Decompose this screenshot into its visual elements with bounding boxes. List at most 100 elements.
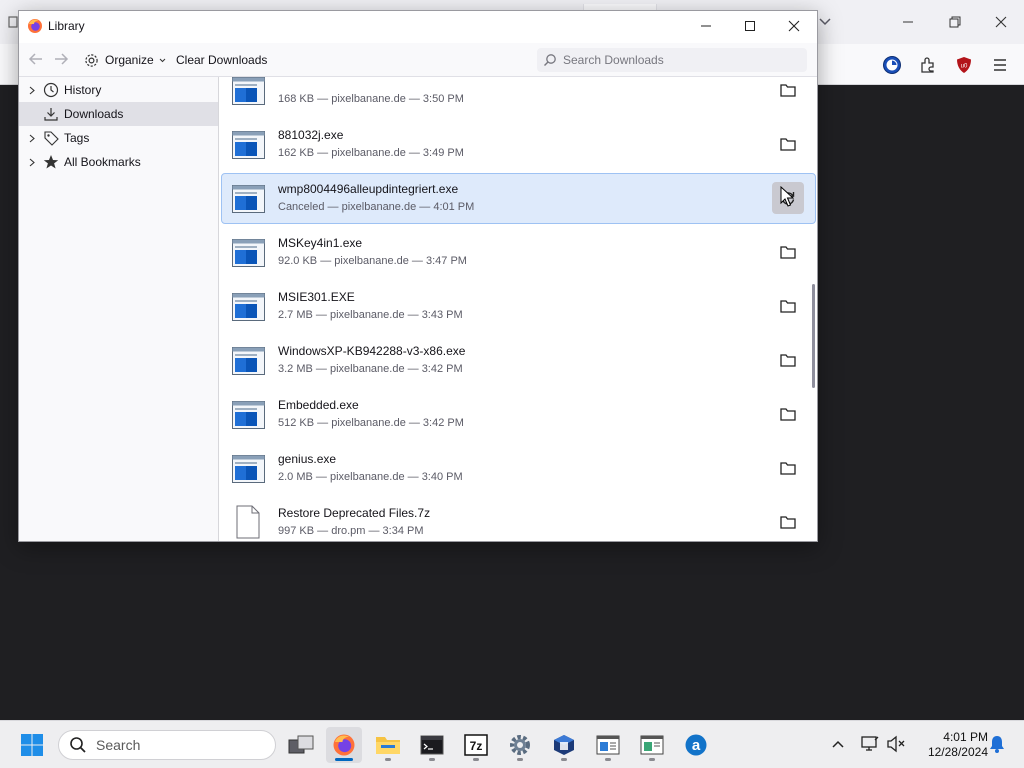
library-title: Library xyxy=(48,19,85,33)
taskbar-7zip-button[interactable]: 7z xyxy=(458,727,494,763)
star-icon xyxy=(42,153,60,171)
show-in-folder-button[interactable] xyxy=(772,452,804,484)
library-toolbar: Organize Clear Downloads xyxy=(19,43,817,77)
running-indicator xyxy=(429,758,435,761)
7zip-icon: 7z xyxy=(464,734,488,756)
start-button[interactable] xyxy=(14,727,50,763)
show-in-folder-button[interactable] xyxy=(772,344,804,376)
library-minimize-button[interactable] xyxy=(683,11,729,41)
show-in-folder-button[interactable] xyxy=(772,506,804,538)
download-row[interactable]: Embedded.exe 512 KB — pixelbanane.de — 3:… xyxy=(219,388,817,442)
download-icon xyxy=(42,105,60,123)
show-in-folder-button[interactable] xyxy=(772,236,804,268)
exe-file-icon xyxy=(232,239,265,267)
chevron-right-icon[interactable] xyxy=(25,86,39,95)
forward-arrow-icon[interactable] xyxy=(52,50,70,68)
account-icon[interactable] xyxy=(880,53,904,77)
downloads-list[interactable]: 168 KB — pixelbanane.de — 3:50 PM 881032j… xyxy=(219,77,817,541)
organize-button[interactable]: Organize xyxy=(83,49,166,71)
library-sidebar: History Downloads Tags All Bookmarks xyxy=(19,77,219,541)
sidebar-item-tags[interactable]: Tags xyxy=(19,126,218,150)
task-view-button[interactable] xyxy=(283,727,319,763)
scrollbar-thumb[interactable] xyxy=(812,284,815,388)
organize-label: Organize xyxy=(105,53,154,67)
download-filename: MSIE301.EXE xyxy=(278,290,355,304)
taskbar-search-box[interactable] xyxy=(58,730,276,760)
browser-minimize-button[interactable] xyxy=(885,8,931,36)
sidebar-item-label: All Bookmarks xyxy=(64,155,141,169)
browser-restore-button[interactable] xyxy=(932,8,978,36)
exe-file-icon xyxy=(232,347,265,375)
download-row[interactable]: MSIE301.EXE 2.7 MB — pixelbanane.de — 3:4… xyxy=(219,280,817,334)
download-row[interactable]: MSKey4in1.exe 92.0 KB — pixelbanane.de — … xyxy=(219,226,817,280)
sidebar-item-downloads[interactable]: Downloads xyxy=(19,102,218,126)
download-status: 512 KB — pixelbanane.de — 3:42 PM xyxy=(278,417,464,429)
chevron-right-icon[interactable] xyxy=(25,158,39,167)
file-explorer-icon xyxy=(375,734,401,756)
library-maximize-button[interactable] xyxy=(727,11,773,41)
extensions-icon[interactable] xyxy=(916,53,940,77)
download-filename: 881032j.exe xyxy=(278,128,344,142)
taskbar-file-explorer-button[interactable] xyxy=(370,727,406,763)
taskbar-terminal-button[interactable] xyxy=(414,727,450,763)
taskbar-photo-viewer-button[interactable] xyxy=(634,727,670,763)
clear-downloads-button[interactable]: Clear Downloads xyxy=(176,53,267,67)
taskbar-notepad-button[interactable] xyxy=(590,727,626,763)
running-indicator xyxy=(335,758,353,761)
taskbar-search-input[interactable] xyxy=(96,737,256,753)
download-row[interactable]: WindowsXP-KB942288-v3-x86.exe 3.2 MB — pi… xyxy=(219,334,817,388)
edge-icon: a xyxy=(684,733,708,757)
folder-icon xyxy=(780,299,796,313)
show-in-folder-button[interactable] xyxy=(772,128,804,160)
svg-text:u0: u0 xyxy=(961,64,968,70)
volume-muted-icon[interactable] xyxy=(885,733,907,755)
list-all-tabs-icon[interactable] xyxy=(815,14,835,30)
notification-bell-icon[interactable] xyxy=(986,733,1008,755)
download-row[interactable]: 168 KB — pixelbanane.de — 3:50 PM xyxy=(219,77,817,118)
chevron-right-icon[interactable] xyxy=(25,134,39,143)
taskbar-firefox-button[interactable] xyxy=(326,727,362,763)
hamburger-menu-icon[interactable] xyxy=(988,53,1012,77)
exe-file-icon xyxy=(232,401,265,429)
folder-icon xyxy=(780,83,796,97)
download-row[interactable]: genius.exe 2.0 MB — pixelbanane.de — 3:40… xyxy=(219,442,817,496)
sidebar-item-all-bookmarks[interactable]: All Bookmarks xyxy=(19,150,218,174)
search-downloads-input[interactable] xyxy=(563,53,793,67)
svg-text:7z: 7z xyxy=(470,739,483,753)
start-icon xyxy=(20,733,44,757)
clock-date: 12/28/2024 xyxy=(927,745,988,759)
library-close-button[interactable] xyxy=(771,11,817,41)
taskbar-edge-button[interactable]: a xyxy=(678,727,714,763)
folder-icon xyxy=(780,515,796,529)
gear-icon xyxy=(83,52,100,69)
sidebar-item-label: History xyxy=(64,83,102,97)
sidebar-item-history[interactable]: History xyxy=(19,78,218,102)
terminal-icon xyxy=(420,735,444,755)
exe-file-icon xyxy=(232,77,265,105)
download-row[interactable]: Restore Deprecated Files.7z 997 KB — dro.… xyxy=(219,496,817,541)
library-window: Library Organize Clear Downloads Search … xyxy=(18,10,818,542)
show-in-folder-button[interactable] xyxy=(772,290,804,322)
taskbar-clock[interactable]: 4:01 PM 12/28/2024 xyxy=(912,730,988,760)
taskbar-vm-button[interactable] xyxy=(546,727,582,763)
show-in-folder-button[interactable] xyxy=(772,77,804,106)
network-icon[interactable] xyxy=(859,733,881,755)
download-filename: MSKey4in1.exe xyxy=(278,236,363,250)
download-status: 2.0 MB — pixelbanane.de — 3:40 PM xyxy=(278,471,463,483)
show-in-folder-button[interactable] xyxy=(772,398,804,430)
download-status: 3.2 MB — pixelbanane.de — 3:42 PM xyxy=(278,363,463,375)
show-hidden-icons-chevron-up-icon[interactable] xyxy=(827,733,849,755)
back-arrow-icon[interactable] xyxy=(27,50,45,68)
running-indicator xyxy=(517,758,523,761)
browser-close-button[interactable] xyxy=(978,8,1024,36)
exe-file-icon xyxy=(232,455,265,483)
library-titlebar: Library xyxy=(19,11,817,43)
ublock-origin-icon[interactable]: u0 xyxy=(952,53,976,77)
taskbar: 7z a 4:01 PM xyxy=(0,720,1024,768)
download-row[interactable]: 881032j.exe 162 KB — pixelbanane.de — 3:4… xyxy=(219,118,817,172)
clock-time: 4:01 PM xyxy=(943,730,988,744)
search-downloads-box[interactable] xyxy=(537,48,807,72)
taskbar-settings-button[interactable] xyxy=(502,727,538,763)
download-filename: genius.exe xyxy=(278,452,337,466)
download-row[interactable]: wmp8004496alleupdintegriert.exe Canceled … xyxy=(219,172,817,226)
